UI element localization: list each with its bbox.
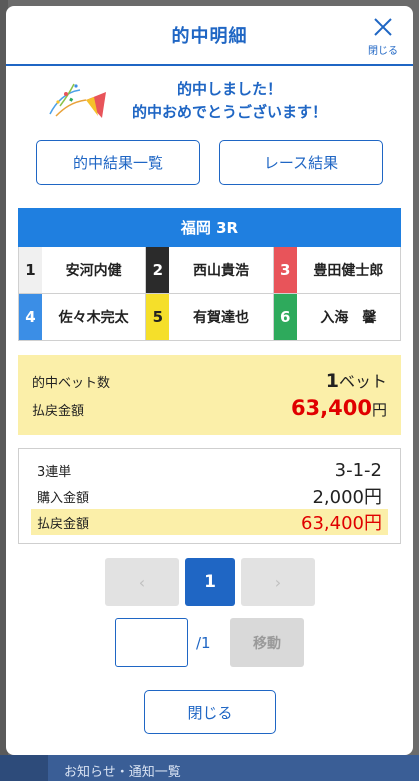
hit-summary: 的中ベット数 1ベット 払戻金額 63,400円 <box>18 355 401 435</box>
runner-name: 西山貴浩 <box>192 263 249 279</box>
hit-detail-modal: 的中明細 閉じる 的中しました！ 的中おめでとうございます！ 的中結果一覧 レー… <box>6 6 413 755</box>
close-icon <box>374 18 392 36</box>
purchase-row: 購入金額 2,000円 <box>31 483 388 509</box>
runner-cell: 4 佐々木完太 <box>19 294 147 341</box>
pager: ‹ 1 › <box>105 558 315 606</box>
move-button[interactable]: 移動 <box>230 618 304 667</box>
page-jump: /1 移動 <box>115 618 304 667</box>
runner-grid: 1 安河内健 2 西山貴浩 3 豊田健士郎 4 佐々木完太 5 有賀達也 6 入海 馨 <box>18 247 401 341</box>
bet-detail: 3連単 3-1-2 購入金額 2,000円 払戻金額 63,400円 <box>18 448 401 544</box>
bet-count-value: 1ベット <box>326 368 387 392</box>
hit-results-button[interactable]: 的中結果一覧 <box>36 140 200 185</box>
combination-value: 3-1-2 <box>334 459 382 481</box>
detail-payout-row: 払戻金額 63,400円 <box>31 509 388 535</box>
payout-label: 払戻金額 <box>32 404 85 419</box>
runner-cell: 5 有賀達也 <box>146 294 274 341</box>
runner-number: 2 <box>146 247 170 293</box>
runner-number: 1 <box>19 247 42 293</box>
bet-count-row: 的中ベット数 1ベット <box>32 368 387 392</box>
race-results-button[interactable]: レース結果 <box>219 140 383 185</box>
runner-name: 安河内健 <box>65 263 122 279</box>
runner-number: 4 <box>19 294 42 340</box>
page-number-input[interactable] <box>115 618 188 667</box>
current-page-button[interactable]: 1 <box>185 558 235 606</box>
bet-count-unit: ベット <box>338 372 387 391</box>
runner-number: 3 <box>273 247 297 293</box>
runner-cell: 3 豊田健士郎 <box>273 247 401 294</box>
congrats-line-2: 的中おめでとうございます！ <box>131 103 327 121</box>
congrats-banner: 的中しました！ 的中おめでとうございます！ <box>6 66 413 136</box>
prev-page-button[interactable]: ‹ <box>105 558 179 606</box>
purchase-label: 購入金額 <box>37 490 90 506</box>
link-row: 的中結果一覧 レース結果 <box>6 140 413 185</box>
race-title: 福岡 3R <box>18 208 401 247</box>
race-info: 福岡 3R 1 安河内健 2 西山貴浩 3 豊田健士郎 4 佐々木完太 5 有賀達也 6 入海 馨 <box>18 208 401 341</box>
close-x-button[interactable]: 閉じる <box>365 16 401 60</box>
background-footer: お知らせ・通知一覧 <box>0 755 419 781</box>
runner-name: 有賀達也 <box>192 310 249 326</box>
detail-payout-label: 払戻金額 <box>37 516 90 532</box>
modal-title: 的中明細 <box>171 26 248 47</box>
close-x-label: 閉じる <box>368 46 398 57</box>
purchase-value: 2,000円 <box>312 487 382 508</box>
runner-number: 6 <box>273 294 297 340</box>
bet-count-label: 的中ベット数 <box>32 376 111 391</box>
runner-cell: 2 西山貴浩 <box>146 247 274 294</box>
bet-type-row: 3連単 3-1-2 <box>31 457 388 483</box>
close-button[interactable]: 閉じる <box>144 690 276 734</box>
modal-header: 的中明細 閉じる <box>6 6 413 66</box>
runner-number: 5 <box>146 294 170 340</box>
next-page-button[interactable]: › <box>241 558 315 606</box>
congrats-line-1: 的中しました！ <box>176 80 282 98</box>
payout-row: 払戻金額 63,400円 <box>32 396 387 420</box>
payout-amount: 63,400 <box>290 396 372 420</box>
runner-name: 豊田健士郎 <box>313 263 384 279</box>
bet-count-number: 1 <box>325 370 339 392</box>
background-notice-text: お知らせ・通知一覧 <box>48 755 419 781</box>
congrats-text: 的中しました！ 的中おめでとうございます！ <box>132 78 327 124</box>
page-total: /1 <box>196 633 211 652</box>
party-popper-icon <box>49 83 106 118</box>
payout-value: 63,400円 <box>291 396 387 420</box>
runner-name: 佐々木完太 <box>58 310 129 326</box>
runner-cell: 6 入海 馨 <box>273 294 401 341</box>
runner-cell: 1 安河内健 <box>19 247 147 294</box>
bet-type-label: 3連単 <box>37 464 72 480</box>
payout-unit: 円 <box>371 401 387 419</box>
detail-payout-value: 63,400円 <box>301 513 382 534</box>
runner-name: 入海 馨 <box>320 310 377 326</box>
